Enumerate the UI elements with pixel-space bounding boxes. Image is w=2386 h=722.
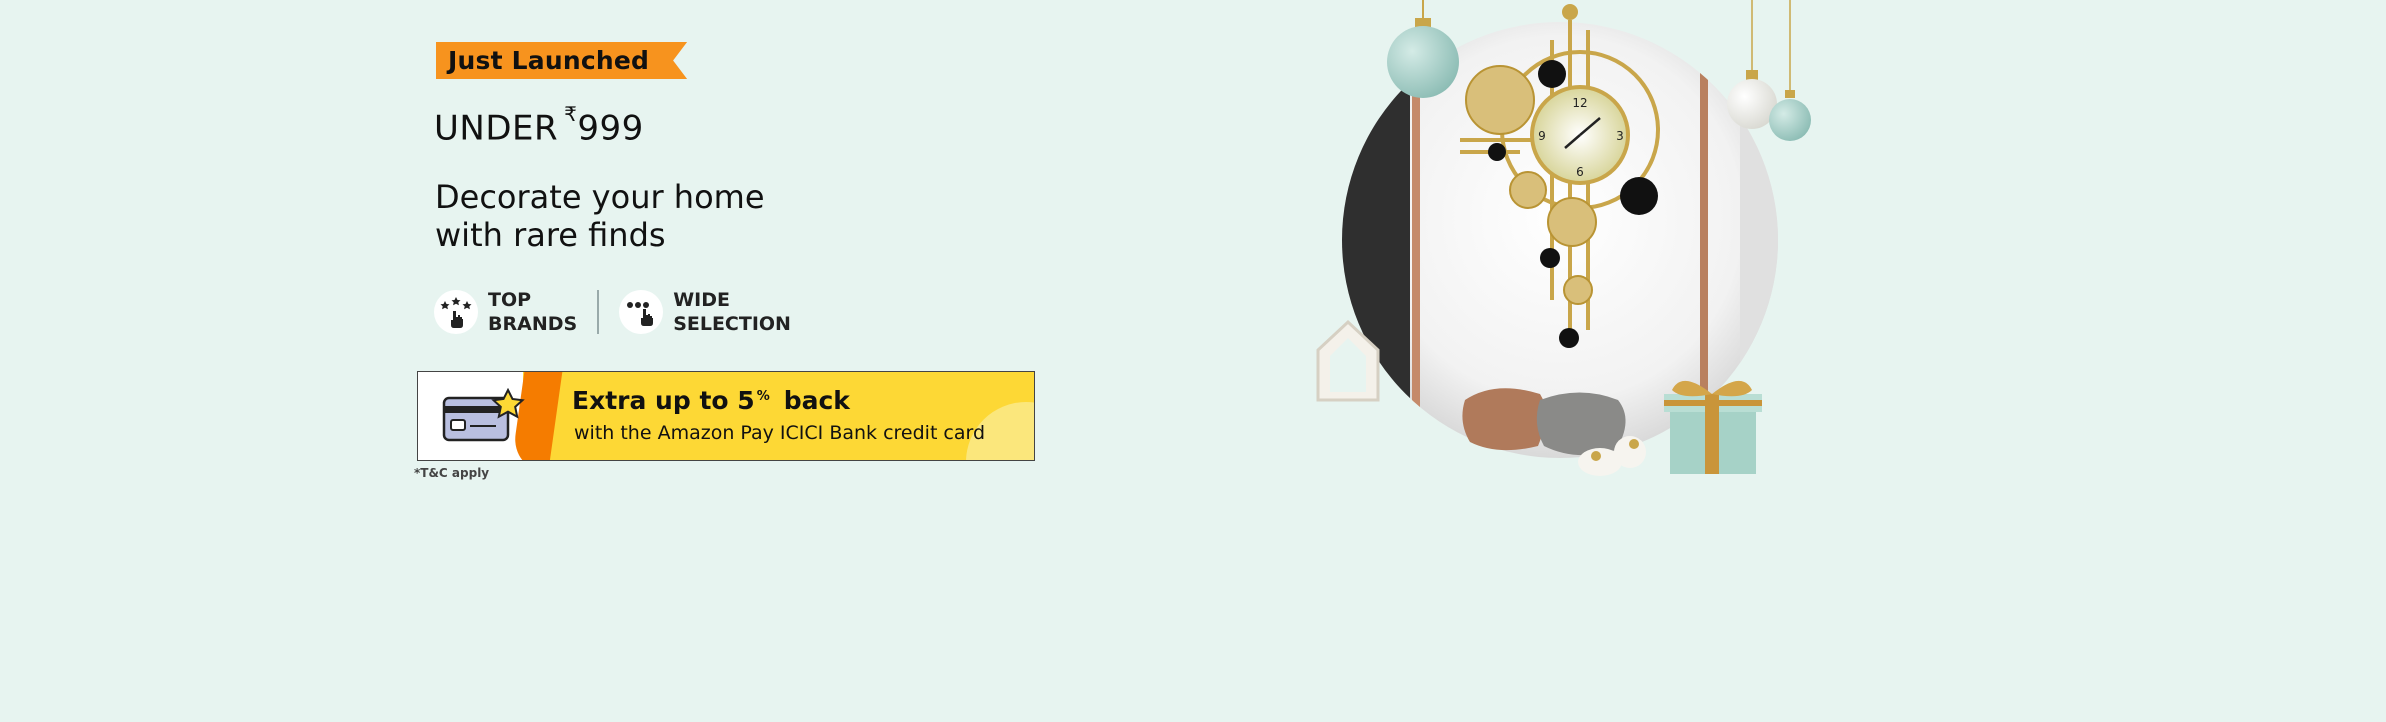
just-launched-badge: Just Launched bbox=[436, 42, 687, 79]
credit-card-star-icon bbox=[442, 387, 526, 448]
headline: Decorate your home with rare finds bbox=[435, 178, 855, 254]
cushion bbox=[1536, 392, 1626, 456]
gold-fan-disc bbox=[1465, 65, 1535, 135]
badge-label: Just Launched bbox=[448, 46, 650, 75]
feature-label-line-1: TOP bbox=[488, 289, 532, 311]
headline-line-2: with rare finds bbox=[435, 216, 666, 254]
offer-title-prefix: Extra up to 5 bbox=[572, 386, 755, 415]
feature-label-line-2: SELECTION bbox=[673, 313, 791, 335]
headline-line-1: Decorate your home bbox=[435, 178, 765, 216]
feature-wide-selection: WIDE SELECTION bbox=[619, 288, 791, 336]
clock-numeral: 6 bbox=[1576, 165, 1584, 179]
clock-numeral: 9 bbox=[1538, 129, 1546, 143]
feature-top-brands: TOP BRANDS bbox=[434, 288, 577, 336]
offer-title: Extra up to 5% back bbox=[572, 386, 850, 415]
cashback-offer-card[interactable]: Extra up to 5% back with the Amazon Pay I… bbox=[417, 371, 1035, 461]
promo-banner[interactable]: Just Launched UNDER ₹999 Decorate your ho… bbox=[0, 0, 2386, 722]
offer-subtitle: with the Amazon Pay ICICI Bank credit ca… bbox=[574, 422, 986, 444]
offer-title-percent: % bbox=[756, 388, 770, 404]
price-prefix: UNDER bbox=[434, 108, 559, 149]
currency-symbol: ₹ bbox=[564, 102, 578, 126]
gift-box bbox=[1664, 380, 1762, 474]
divider bbox=[597, 290, 600, 334]
feature-label-line-2: BRANDS bbox=[488, 313, 578, 335]
cushion bbox=[1462, 388, 1546, 451]
star-hand-icon bbox=[434, 290, 478, 334]
terms-note: *T&C apply bbox=[414, 466, 490, 480]
clock-numeral: 12 bbox=[1572, 96, 1587, 110]
offer-title-suffix: back bbox=[783, 386, 850, 415]
feature-label-line-1: WIDE bbox=[673, 289, 730, 311]
home-decor-illustration: 12 3 6 9 bbox=[1316, 0, 1811, 476]
clock-numeral: 3 bbox=[1616, 129, 1624, 143]
price-heading: UNDER ₹999 bbox=[434, 102, 644, 149]
ornament-ball bbox=[1769, 99, 1811, 141]
price-amount: 999 bbox=[577, 108, 644, 149]
dots-hand-icon bbox=[619, 290, 664, 334]
features-row: TOP BRANDS WIDE SELECTION bbox=[434, 288, 791, 336]
ornament-ball bbox=[1387, 26, 1459, 98]
